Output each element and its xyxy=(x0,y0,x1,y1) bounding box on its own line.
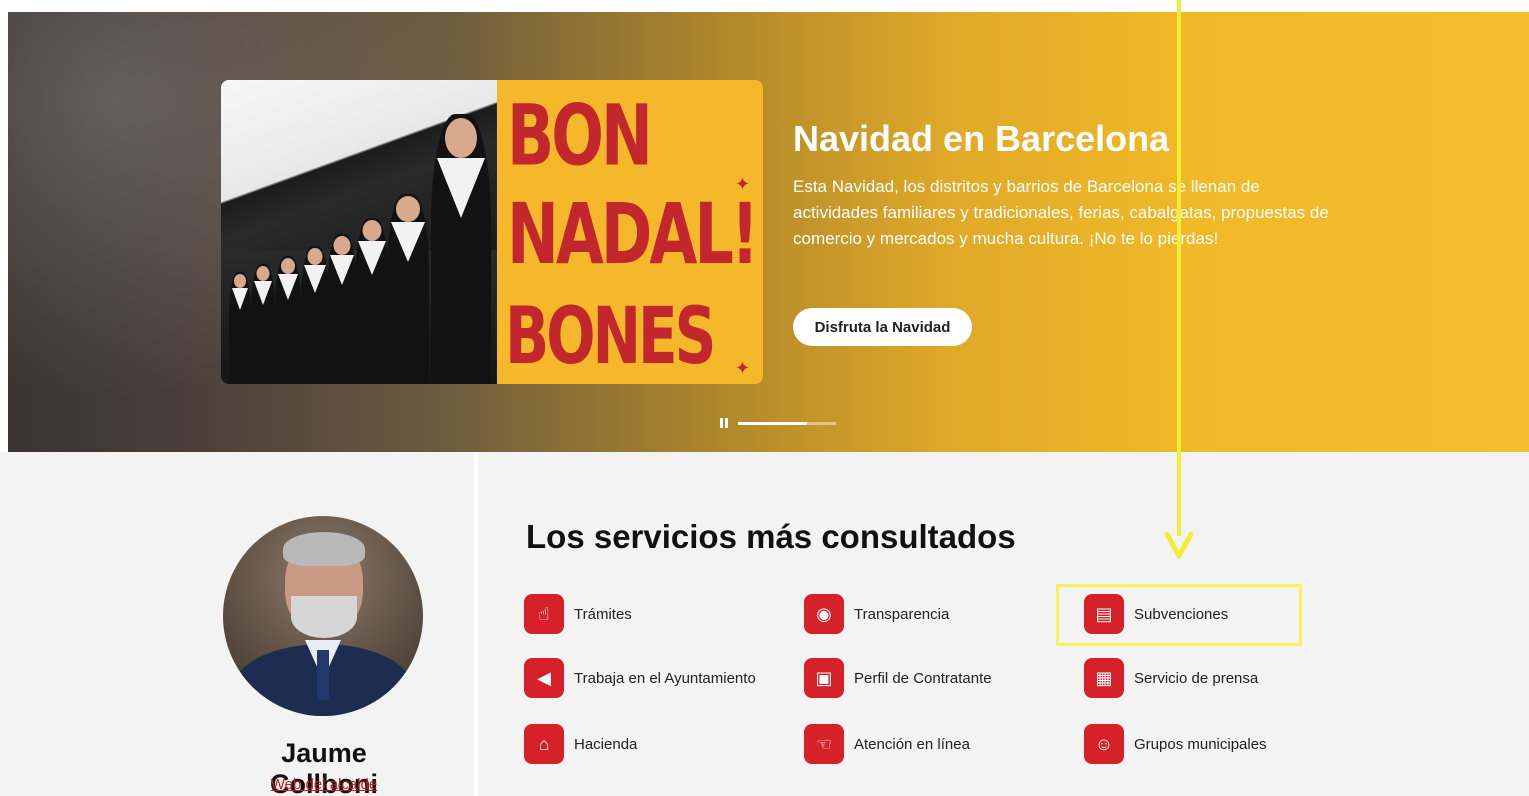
lower-section: Jaume Collboni Web del alcalde Los servi… xyxy=(0,452,1529,796)
choir-photo xyxy=(221,80,497,384)
bank-icon: ⌂ xyxy=(524,724,564,764)
service-label: Grupos municipales xyxy=(1134,735,1267,753)
poster-text-bottom: BONES FESTES! xyxy=(505,290,755,384)
chat-hand-icon: ☜ xyxy=(804,724,844,764)
service-prensa[interactable]: ▦ Servicio de prensa xyxy=(1084,658,1258,698)
annotation-highlight-box xyxy=(1056,584,1302,646)
hero-description: Esta Navidad, los distritos y barrios de… xyxy=(793,177,1329,248)
page: BON NADAL! ✦ BONES FESTES! ✦ Navidad en … xyxy=(0,0,1529,796)
slide-progress-bar xyxy=(738,421,836,425)
megaphone-icon: ◀ xyxy=(524,658,564,698)
poster-text-top: BON NADAL! xyxy=(507,86,759,284)
hero-image[interactable]: BON NADAL! ✦ BONES FESTES! ✦ xyxy=(221,80,763,384)
service-label: Trabaja en el Ayuntamiento xyxy=(574,669,756,687)
mayor-avatar[interactable] xyxy=(223,516,423,716)
tramites-icon: ☝ xyxy=(524,594,564,634)
transparency-icon: ◉ xyxy=(804,594,844,634)
service-transparencia[interactable]: ◉ Transparencia xyxy=(804,594,949,634)
hero-title: Navidad en Barcelona xyxy=(793,118,1170,159)
service-label: Servicio de prensa xyxy=(1134,669,1259,687)
service-label: Atención en línea xyxy=(854,735,970,753)
enjoy-christmas-button[interactable]: Disfruta la Navidad xyxy=(793,308,972,346)
briefcase-icon: ▣ xyxy=(804,658,844,698)
service-tramites[interactable]: ☝ Trámites xyxy=(524,594,632,634)
service-grupos[interactable]: ☺ Grupos municipales xyxy=(1084,724,1267,764)
christmas-poster: BON NADAL! ✦ BONES FESTES! ✦ xyxy=(497,80,763,384)
service-label: Transparencia xyxy=(854,605,950,623)
carousel-controls xyxy=(720,418,836,428)
annotation-arrow-head xyxy=(1164,531,1194,559)
pause-icon[interactable] xyxy=(720,418,730,428)
service-hacienda[interactable]: ⌂ Hacienda xyxy=(524,724,637,764)
service-label: Perfil de Contratante xyxy=(854,669,992,687)
service-perfil-contratante[interactable]: ▣ Perfil de Contratante xyxy=(804,658,992,698)
service-label: Trámites xyxy=(574,605,632,623)
services-title: Los servicios más consultados xyxy=(526,518,1016,555)
newspaper-icon: ▦ xyxy=(1084,658,1124,698)
service-atencion[interactable]: ☜ Atención en línea xyxy=(804,724,970,764)
people-icon: ☺ xyxy=(1084,724,1124,764)
hero-banner: BON NADAL! ✦ BONES FESTES! ✦ Navidad en … xyxy=(8,12,1529,452)
service-trabaja[interactable]: ◀ Trabaja en el Ayuntamiento xyxy=(524,658,756,698)
mayor-website-link[interactable]: Web del alcalde xyxy=(224,776,424,793)
service-label: Hacienda xyxy=(574,735,638,753)
annotation-arrow-line xyxy=(1177,0,1181,536)
